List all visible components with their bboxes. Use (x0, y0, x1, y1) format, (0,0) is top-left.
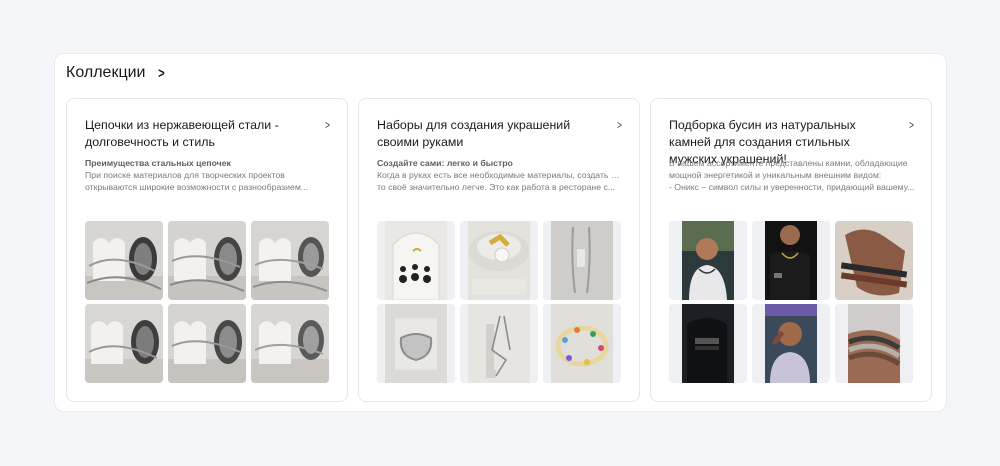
card-desc-line: - Оникс – символ силы и уверенности, при… (669, 182, 915, 192)
product-photo-pearl-ring[interactable] (460, 221, 538, 300)
product-photo-chain[interactable] (168, 221, 246, 300)
chevron-right-icon: > (325, 118, 330, 132)
chevron-right-icon: > (158, 64, 166, 82)
product-photo-bead-bracelet[interactable] (543, 304, 621, 383)
collection-card-stone-beads[interactable]: Подборка бусин из натуральных камней для… (650, 98, 932, 402)
card-description: Создайте сами: легко и быстро Когда в ру… (377, 157, 623, 193)
product-photo-chain[interactable] (251, 304, 329, 383)
card-desc-line: то своё значительно легче. Это как работ… (377, 182, 616, 192)
product-photo-earrings[interactable] (377, 221, 455, 300)
chevron-right-icon: > (617, 118, 622, 132)
product-photo-chain[interactable] (85, 221, 163, 300)
product-photo-chain[interactable] (168, 304, 246, 383)
collection-card-chains[interactable]: Цепочки из нержавеющей стали - долговечн… (66, 98, 348, 402)
card-thumbnails (377, 221, 621, 383)
collection-cards: Цепочки из нержавеющей стали - долговечн… (66, 98, 932, 402)
card-title: Наборы для создания украшений своими рук… (377, 118, 571, 149)
card-desc-line: При поиске материалов для творческих про… (85, 170, 285, 180)
product-photo-man-wrist[interactable] (669, 304, 747, 383)
collection-card-kits[interactable]: Наборы для создания украшений своими рук… (358, 98, 640, 402)
card-subtitle: Создайте сами: легко и быстро (377, 158, 513, 168)
product-photo-hand-bracelets[interactable] (835, 221, 913, 300)
chevron-right-icon: > (909, 118, 914, 132)
product-photo-bracelet[interactable] (377, 304, 455, 383)
product-photo-necklace[interactable] (543, 221, 621, 300)
product-photo-chain[interactable] (251, 221, 329, 300)
card-thumbnails (85, 221, 329, 383)
card-description: Преимущества стальных цепочек При поиске… (85, 157, 331, 193)
card-desc-line: Когда в руках есть все необходимые матер… (377, 170, 623, 180)
product-photo-man-necklace[interactable] (669, 221, 747, 300)
card-subtitle: Преимущества стальных цепочек (85, 158, 231, 168)
card-description: В нашем ассортименте представлены камни,… (669, 157, 915, 193)
card-desc-line: открываются широкие возможности с разноо… (85, 182, 309, 192)
collections-header-link[interactable]: Коллекции > (66, 64, 166, 82)
collections-panel: Коллекции > Цепочки из нержавеющей стали… (54, 53, 947, 412)
product-photo-man-black[interactable] (752, 221, 830, 300)
product-photo-chain-pendant[interactable] (460, 304, 538, 383)
product-photo-chain[interactable] (85, 304, 163, 383)
card-title: Цепочки из нержавеющей стали - долговечн… (85, 118, 279, 149)
card-desc-line: мощной энергетикой и уникальным внешним … (669, 170, 882, 180)
product-photo-man-purple[interactable] (752, 304, 830, 383)
product-photo-wrist-beads[interactable] (835, 304, 913, 383)
section-title: Коллекции (66, 64, 146, 81)
card-desc-line: В нашем ассортименте представлены камни,… (669, 158, 908, 168)
card-thumbnails (669, 221, 913, 383)
